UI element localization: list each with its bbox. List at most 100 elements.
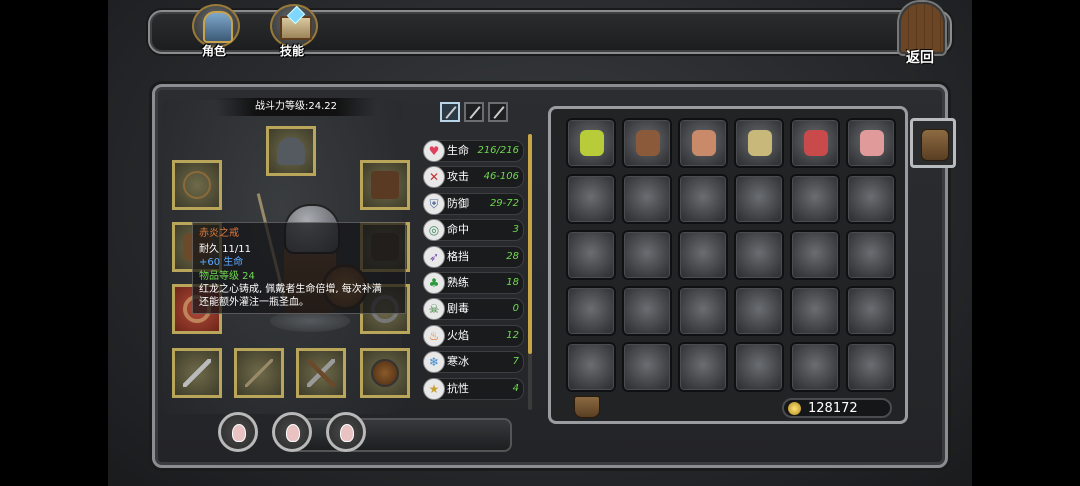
stat-row: ⛨ 防御 29-72 xyxy=(423,192,524,215)
inventory-slot[interactable] xyxy=(790,174,840,224)
stat-row: ☠ 剧毒 0 xyxy=(423,298,524,321)
bread-icon xyxy=(692,130,716,156)
inventory-slot[interactable] xyxy=(566,286,616,336)
weapon-set-spear[interactable] xyxy=(464,102,484,122)
target-icon: ◎ xyxy=(423,219,445,242)
bag-tab[interactable] xyxy=(910,118,956,168)
spear-slot[interactable] xyxy=(234,348,284,398)
tooltip-item-name: 赤炎之戒 xyxy=(199,228,239,239)
stat-label: 火焰 xyxy=(447,328,469,342)
heart-icon: ♥ xyxy=(423,140,445,162)
inventory-slot[interactable] xyxy=(566,118,616,168)
stat-value: 3 xyxy=(512,224,519,236)
crossbow-icon xyxy=(307,359,335,387)
item-tooltip: 赤炎之戒 耐久 11/11 +60 生命 物品等级 24 红龙之心铸成, 佩戴者… xyxy=(192,222,406,314)
backpack-icon xyxy=(921,129,949,161)
inventory-slot[interactable] xyxy=(734,118,784,168)
inventory-slot[interactable] xyxy=(790,230,840,280)
shield-icon: ⛨ xyxy=(423,192,445,215)
tab-character[interactable]: 角色 xyxy=(188,4,240,60)
stat-value: 7 xyxy=(512,356,519,368)
inventory-slot[interactable] xyxy=(678,230,728,280)
inventory-slot[interactable] xyxy=(566,174,616,224)
stat-value: 18 xyxy=(506,277,519,288)
power-level: 战斗力等级:24.22 xyxy=(216,98,376,116)
stat-value: 0 xyxy=(512,303,519,315)
inventory-slot[interactable] xyxy=(622,286,672,336)
stat-row: ➶ 格挡 28 xyxy=(423,245,524,268)
inventory-slot[interactable] xyxy=(678,118,728,168)
stat-row: ★ 抗性 4 xyxy=(423,377,524,400)
inventory-slot[interactable] xyxy=(566,342,616,392)
shield-slot[interactable] xyxy=(360,348,410,398)
tooltip-item-level: 物品等级 24 xyxy=(199,271,255,282)
stat-row: ♥ 生命 216/216 xyxy=(423,140,524,162)
back-button[interactable]: 返回 xyxy=(895,2,945,66)
mace-icon xyxy=(183,359,211,387)
weapon-set-bow[interactable] xyxy=(488,102,508,122)
amulet-slot[interactable] xyxy=(172,160,222,210)
stat-label: 攻击 xyxy=(447,170,469,184)
stat-value: 4 xyxy=(512,382,519,394)
fire-icon: ♨ xyxy=(423,324,445,347)
gold-counter: 128172 xyxy=(782,398,892,418)
stats-scrollbar[interactable] xyxy=(528,134,532,410)
stat-value: 12 xyxy=(506,329,519,341)
weapon-set-sword[interactable] xyxy=(440,102,460,122)
potion-flask-icon xyxy=(340,424,354,442)
inventory-slot[interactable] xyxy=(622,230,672,280)
scroll-thumb[interactable] xyxy=(528,134,532,354)
inventory-slot[interactable] xyxy=(790,342,840,392)
gold-amount: 128172 xyxy=(808,401,858,416)
stats-list[interactable]: ♥ 生命 216/216 ✕ 攻击 46-106 ⛨ 防御 29-72 ◎ 命中 3 ➶ 格挡 28 ♣ 熟练 1… xyxy=(418,134,528,414)
tooltip-bonus: +60 生命 xyxy=(199,257,244,268)
inventory-slot[interactable] xyxy=(678,286,728,336)
stat-value: 29-72 xyxy=(489,197,519,209)
tab-skills[interactable]: 技能 xyxy=(266,4,318,60)
inventory-slot[interactable] xyxy=(622,342,672,392)
inventory-slot[interactable] xyxy=(846,342,896,392)
potion-flask-icon xyxy=(232,424,246,442)
inventory-slot[interactable] xyxy=(622,118,672,168)
stat-label: 寒冰 xyxy=(447,355,469,369)
spear-icon xyxy=(245,359,273,387)
inventory-slot[interactable] xyxy=(734,174,784,224)
raw-meat-icon xyxy=(804,130,828,156)
inventory-slot[interactable] xyxy=(734,230,784,280)
crossbow-slot[interactable] xyxy=(296,348,346,398)
chest-armor-icon xyxy=(371,171,399,199)
tooltip-durability: 耐久 11/11 xyxy=(199,244,251,255)
potion-bottle-icon xyxy=(580,130,604,156)
stat-row: ❄ 寒冰 7 xyxy=(423,351,524,374)
inventory-slot[interactable] xyxy=(734,286,784,336)
dodge-icon: ➶ xyxy=(423,245,445,268)
inventory-slot[interactable] xyxy=(678,174,728,224)
potion-slot-1[interactable] xyxy=(218,412,258,452)
inventory-slot[interactable] xyxy=(790,286,840,336)
stat-label: 抗性 xyxy=(447,381,469,395)
bucket-icon[interactable] xyxy=(574,396,600,418)
clover-icon: ♣ xyxy=(423,272,445,294)
potion-slot-3[interactable] xyxy=(326,412,366,452)
inventory-slot[interactable] xyxy=(678,342,728,392)
inventory-slot[interactable] xyxy=(846,118,896,168)
inventory-slot[interactable] xyxy=(566,230,616,280)
tab-character-label: 角色 xyxy=(201,44,226,58)
tooltip-description: 还能额外灌注一瓶圣血。 xyxy=(199,297,309,308)
pork-icon xyxy=(860,130,884,156)
inventory-slot[interactable] xyxy=(734,342,784,392)
mace-slot[interactable] xyxy=(172,348,222,398)
inventory-slot[interactable] xyxy=(846,230,896,280)
stat-label: 剧毒 xyxy=(447,302,469,316)
inventory-slot[interactable] xyxy=(846,174,896,224)
stat-label: 熟练 xyxy=(447,276,469,289)
inventory-slot[interactable] xyxy=(622,174,672,224)
inventory-slot[interactable] xyxy=(790,118,840,168)
potion-slot-2[interactable] xyxy=(272,412,312,452)
stat-value: 216/216 xyxy=(477,145,519,156)
clay-jug-icon xyxy=(636,130,660,156)
inventory-slot[interactable] xyxy=(846,286,896,336)
snowflake-icon: ❄ xyxy=(423,351,445,374)
helmet-slot[interactable] xyxy=(266,126,316,176)
stat-label: 格挡 xyxy=(447,249,469,263)
